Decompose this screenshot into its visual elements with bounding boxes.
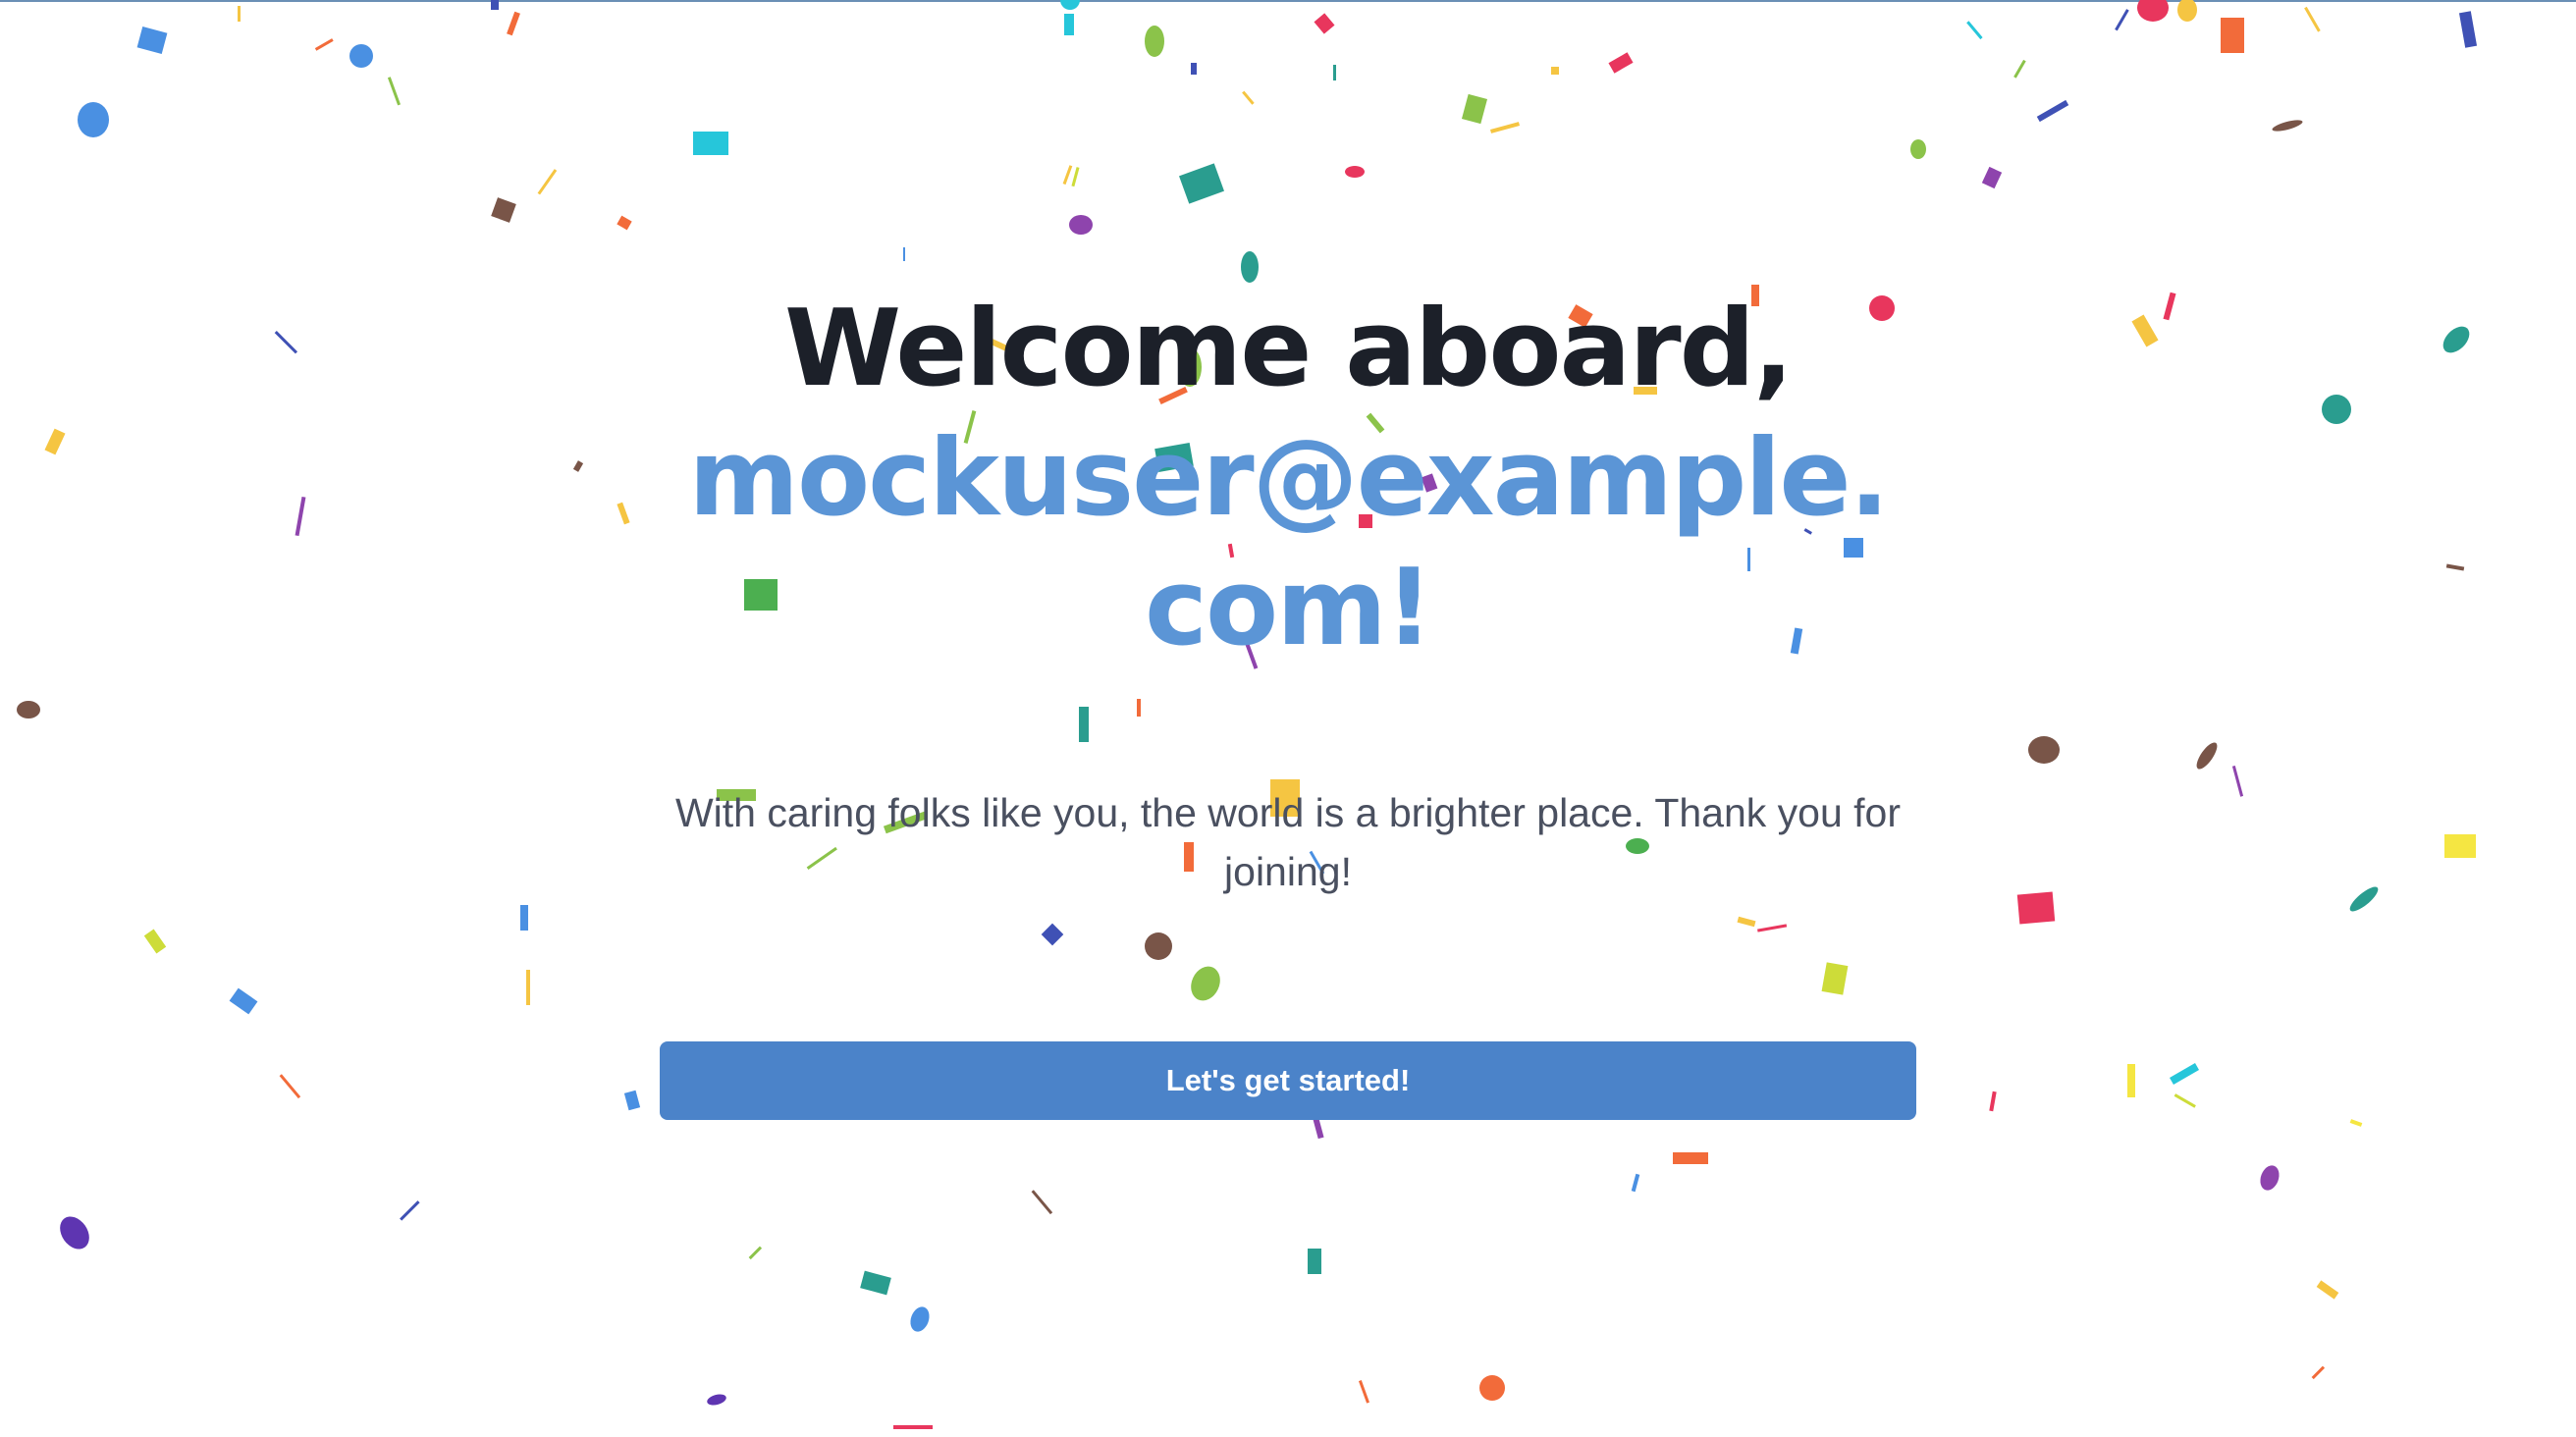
welcome-greeting: Welcome aboard, xyxy=(783,288,1794,410)
confetti-decoration xyxy=(17,0,2478,1429)
get-started-button[interactable]: Let's get started! xyxy=(660,1041,1916,1120)
top-divider xyxy=(0,0,2576,2)
user-email: mockuser@example.com! xyxy=(688,417,1889,669)
welcome-headline: Welcome aboard, mockuser@example.com! xyxy=(609,285,1967,673)
confetti-pieces xyxy=(17,0,2478,1429)
welcome-page: Welcome aboard, mockuser@example.com! Wi… xyxy=(0,0,2576,1437)
welcome-subtitle: With caring folks like you, the world is… xyxy=(674,790,1902,894)
